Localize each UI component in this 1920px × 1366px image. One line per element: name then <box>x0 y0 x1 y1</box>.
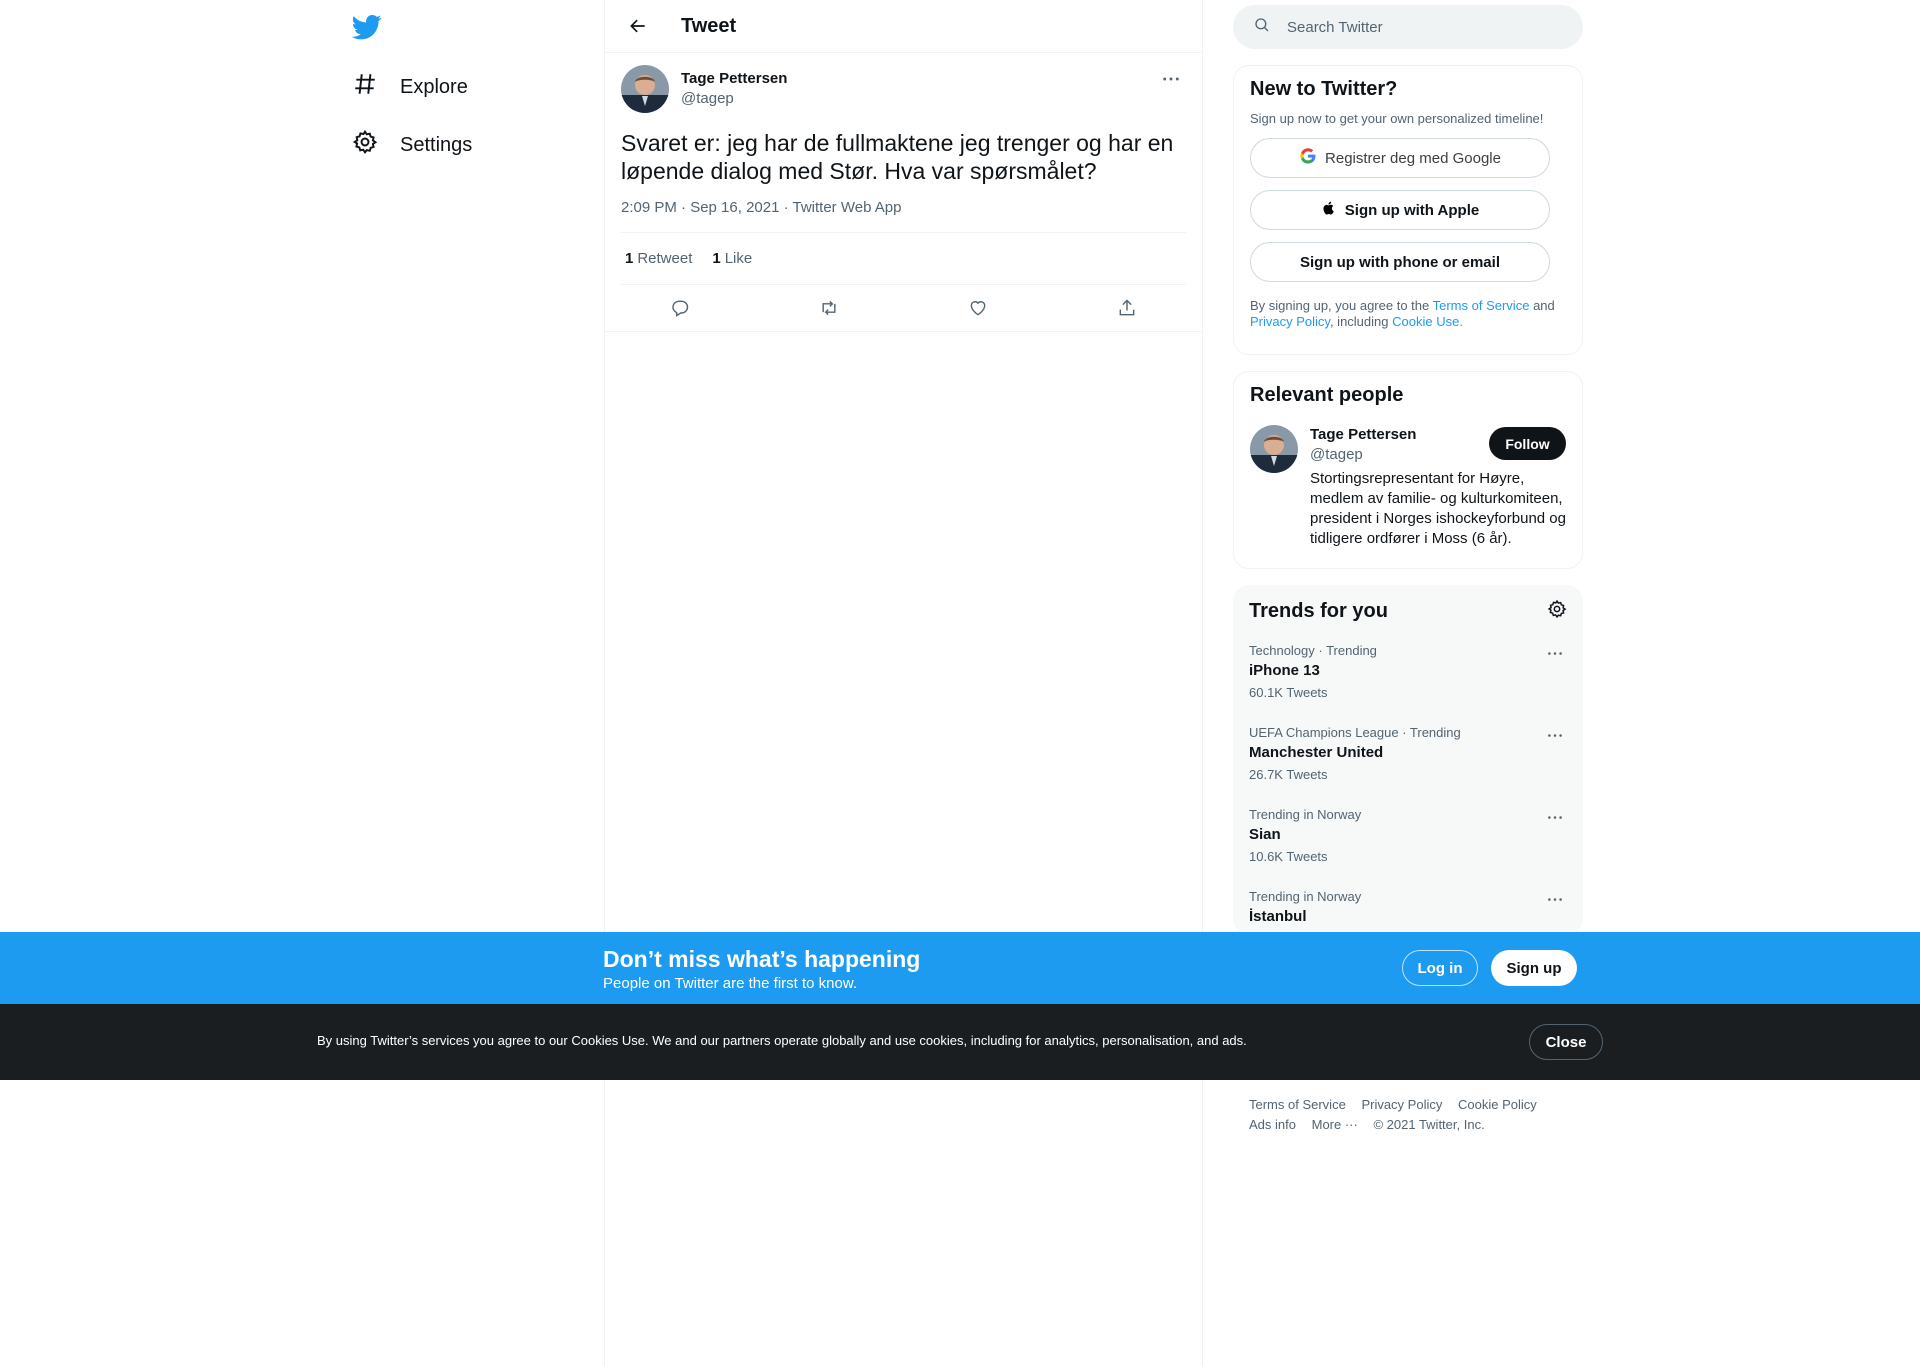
retweet-count: 1 <box>625 250 634 267</box>
tweet-text: Svaret er: jeg har de fullmaktene jeg tr… <box>621 130 1174 184</box>
tweet-timestamp[interactable]: 2:09 PM · Sep 16, 2021 · Twitter Web App <box>621 199 1186 233</box>
signup-legal: By signing up, you agree to the Terms of… <box>1250 298 1566 330</box>
signup-card: New to Twitter? Sign up now to get your … <box>1233 65 1583 355</box>
retweet-label: Retweet <box>637 250 693 267</box>
author-name[interactable]: Tage Pettersen <box>681 69 787 89</box>
google-logo-icon <box>1299 147 1317 169</box>
trend-count: 26.7K Tweets <box>1249 767 1328 782</box>
gear-icon[interactable] <box>1547 599 1567 624</box>
search-icon <box>1253 16 1271 39</box>
google-signup-button[interactable]: Registrer deg med Google <box>1250 138 1550 178</box>
tweet: Tage Pettersen @tagep Svaret er: jeg har… <box>605 53 1202 332</box>
main-header: Tweet <box>605 0 1202 53</box>
more-options-icon[interactable] <box>1156 69 1186 89</box>
retweet-stat[interactable]: 1 Retweet <box>625 250 692 267</box>
privacy-link[interactable]: Privacy Policy <box>1250 314 1330 329</box>
back-arrow-icon[interactable] <box>621 9 655 43</box>
follow-button[interactable]: Follow <box>1489 427 1566 460</box>
cookie-banner: By using Twitter’s services you agree to… <box>0 1004 1920 1080</box>
footer-copyright: © 2021 Twitter, Inc. <box>1373 1117 1485 1132</box>
trends-header: Trends for you <box>1249 597 1567 625</box>
person-bio: Stortingsrepresentant for Høyre, medlem … <box>1310 470 1566 547</box>
hashtag-icon <box>352 71 378 103</box>
tweet-actions <box>605 285 1202 332</box>
login-button[interactable]: Log in <box>1402 950 1478 986</box>
avatar[interactable] <box>621 65 669 113</box>
trend-name: Manchester United <box>1249 744 1384 761</box>
trend-item[interactable]: UEFA Champions League · Trending Manches… <box>1249 725 1567 789</box>
prompt-title: Don’t miss what’s happening <box>603 946 921 972</box>
like-stat[interactable]: 1 Like <box>712 250 752 267</box>
apple-signup-button[interactable]: Sign up with Apple <box>1250 190 1550 230</box>
relevant-people-title: Relevant people <box>1250 384 1404 406</box>
footer-terms-link[interactable]: Terms of Service <box>1249 1097 1346 1112</box>
more-options-icon[interactable] <box>1543 645 1567 661</box>
terms-link[interactable]: Terms of Service <box>1433 298 1530 313</box>
legal-prefix: By signing up, you agree to the <box>1250 298 1430 313</box>
search-input[interactable]: Search Twitter <box>1233 5 1583 49</box>
main-column: Tweet Tage Pettersen @tagep Svaret er: j… <box>604 0 1203 1366</box>
author-handle[interactable]: @tagep <box>681 89 787 109</box>
relevant-people-card: Relevant people Tage Pettersen @tagep St… <box>1233 371 1583 569</box>
footer-more-link[interactable]: More ··· <box>1312 1117 1358 1132</box>
like-label: Like <box>724 250 753 267</box>
apple-signup-label: Sign up with Apple <box>1344 201 1480 219</box>
trends-card: Trends for you Technology · Trending iPh… <box>1233 585 1583 935</box>
share-icon[interactable] <box>1110 291 1144 325</box>
more-options-icon[interactable] <box>1543 891 1567 907</box>
footer-privacy-link[interactable]: Privacy Policy <box>1361 1097 1442 1112</box>
trend-meta: UEFA Champions League · Trending <box>1249 725 1461 740</box>
more-options-icon[interactable] <box>1543 727 1567 743</box>
left-nav: Explore Settings <box>338 0 604 1366</box>
avatar[interactable] <box>1250 425 1298 473</box>
trend-item[interactable]: Technology · Trending iPhone 13 60.1K Tw… <box>1249 643 1567 707</box>
reply-icon[interactable] <box>663 291 697 325</box>
trend-name: Sian <box>1249 826 1281 843</box>
trend-count: 60.1K Tweets <box>1249 685 1328 700</box>
twitter-bird-icon[interactable] <box>351 12 384 44</box>
footer-links: Terms of Service Privacy Policy Cookie P… <box>1249 1095 1579 1135</box>
tweet-stats: 1 Retweet 1 Like <box>621 233 1186 285</box>
nav-explore-label: Explore <box>400 75 468 98</box>
google-signup-label: Registrer deg med Google <box>1325 149 1501 167</box>
trend-meta: Technology · Trending <box>1249 643 1377 658</box>
retweet-icon[interactable] <box>812 291 846 325</box>
signup-title: New to Twitter? <box>1250 78 1398 100</box>
trend-name: İstanbul <box>1249 908 1307 925</box>
trends-title: Trends for you <box>1249 599 1388 622</box>
prompt-subtitle: People on Twitter are the first to know. <box>603 975 858 992</box>
cookie-use-link[interactable]: Cookie Use. <box>1392 314 1463 329</box>
trend-name: iPhone 13 <box>1249 662 1320 679</box>
footer-ads-link[interactable]: Ads info <box>1249 1117 1296 1132</box>
legal-and: and <box>1533 298 1555 313</box>
footer-cookie-link[interactable]: Cookie Policy <box>1458 1097 1537 1112</box>
phone-email-signup-label: Sign up with phone or email <box>1299 253 1500 271</box>
trend-count: 10.6K Tweets <box>1249 849 1328 864</box>
signup-prompt-bar: Don’t miss what’s happening People on Tw… <box>0 932 1920 1004</box>
apple-logo-icon <box>1321 200 1337 220</box>
signup-subtitle: Sign up now to get your own personalized… <box>1250 111 1544 126</box>
like-count: 1 <box>712 250 721 267</box>
trend-meta: Trending in Norway <box>1249 889 1362 904</box>
person-item[interactable]: Tage Pettersen @tagep Stortingsrepresent… <box>1250 425 1566 549</box>
legal-including: , including <box>1329 314 1389 329</box>
trend-meta: Trending in Norway <box>1249 807 1362 822</box>
nav-explore[interactable]: Explore <box>352 62 468 112</box>
tweet-author: Tage Pettersen @tagep <box>681 69 787 109</box>
signup-button[interactable]: Sign up <box>1491 950 1577 986</box>
gear-icon <box>352 129 378 161</box>
trend-item[interactable]: Trending in Norway Sian 10.6K Tweets <box>1249 807 1567 871</box>
nav-settings-label: Settings <box>400 133 473 156</box>
like-heart-icon[interactable] <box>961 291 995 325</box>
phone-email-signup-button[interactable]: Sign up with phone or email <box>1250 242 1550 282</box>
page-title: Tweet <box>681 14 737 37</box>
cookie-text: By using Twitter’s services you agree to… <box>317 1033 1247 1048</box>
nav-settings[interactable]: Settings <box>352 120 472 170</box>
cookie-close-button[interactable]: Close <box>1529 1024 1603 1060</box>
tweet-header: Tage Pettersen @tagep <box>621 65 1186 113</box>
more-options-icon[interactable] <box>1543 809 1567 825</box>
search-placeholder: Search Twitter <box>1287 18 1383 36</box>
